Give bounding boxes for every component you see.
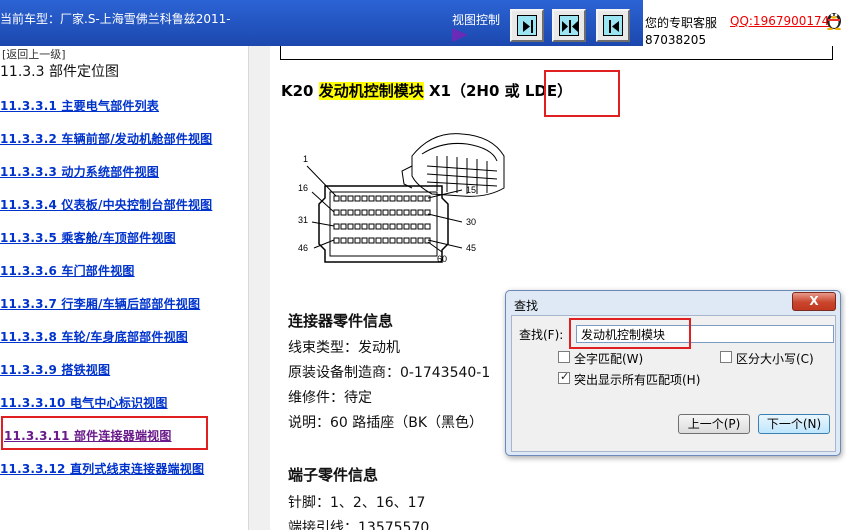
highlight-all-label: 突出显示所有匹配项(H) — [574, 373, 701, 387]
whole-word-checkbox[interactable] — [558, 351, 570, 363]
car-model-label: 当前车型：厂家.S-上海雪佛兰科鲁兹2011- — [0, 12, 231, 26]
heading-highlight: 发动机控制模块 — [318, 82, 424, 100]
nav-item-dashboard-console[interactable]: 11.3.3.4 仪表板/中央控制台部件视图 — [0, 196, 212, 213]
close-icon: X — [809, 294, 819, 308]
support-qq-tail: 87038205 — [645, 33, 707, 47]
highlight-all-checkbox[interactable] — [558, 370, 570, 384]
connector-description: 说明：60 路插座（BK（黑色） — [288, 415, 484, 431]
section-title: 11.3.3 部件定位图 — [0, 64, 119, 80]
heading-prefix: K20 — [281, 82, 319, 100]
top-toolbar: 当前车型：厂家.S-上海雪佛兰科鲁兹2011- 视图控制 您的专职客服 QQ:1… — [0, 0, 846, 47]
expand-left-pane-button[interactable] — [596, 9, 630, 42]
connector-pinout-diagram: 1 16 31 46 15 30 45 60 — [298, 133, 505, 264]
match-case-label: 区分大小写(C) — [736, 352, 814, 366]
nav-item-front-engine-bay[interactable]: 11.3.3.2 车辆前部/发动机舱部件视图 — [0, 130, 212, 147]
nav-item-electrical-center[interactable]: 11.3.3.10 电气中心标识视图 — [0, 394, 168, 411]
annotation-box-nav-item — [1, 416, 208, 450]
nav-item-inline-connector-views[interactable]: 11.3.3.12 直列式线束连接器端视图 — [0, 460, 204, 477]
view-control-label: 视图控制 — [452, 13, 501, 27]
close-button[interactable]: X — [792, 292, 836, 311]
oem-connector: 原装设备制造商：0-1743540-1 — [288, 365, 491, 381]
support-label: 您的专职客服 — [645, 16, 718, 30]
terminal-pins: 针脚：1、2、16、17 — [288, 495, 426, 511]
expand-right-icon — [517, 15, 537, 36]
annotation-box-find-input — [569, 318, 691, 349]
split-view-icon — [559, 15, 579, 36]
match-case-checkbox[interactable] — [720, 351, 732, 363]
pin-label-16: 16 — [298, 183, 308, 193]
back-link[interactable]: [返回上一级] — [2, 46, 66, 62]
heading-mid: X1（2H0 或 — [423, 82, 525, 100]
expand-left-icon — [603, 15, 623, 36]
terminal-lead: 端接引线：13575570 — [288, 520, 430, 530]
annotation-box-heading — [544, 70, 620, 117]
nav-item-cabin-roof[interactable]: 11.3.3.5 乘客舱/车顶部件视图 — [0, 229, 176, 246]
terminal-info-title: 端子零件信息 — [288, 466, 379, 484]
content-pane: K20 发动机控制模块 X1（2H0 或 LDE） 1 16 31 46 15 … — [272, 46, 846, 530]
nav-item-powertrain[interactable]: 11.3.3.3 动力系统部件视图 — [0, 163, 159, 180]
service-part: 维修件：待定 — [288, 390, 372, 406]
left-pane-scrollbar[interactable] — [248, 46, 270, 530]
nav-item-trunk-rear[interactable]: 11.3.3.7 行李厢/车辆后部部件视图 — [0, 295, 200, 312]
pin-label-46: 46 — [298, 243, 308, 253]
pin-label-15: 15 — [466, 185, 476, 195]
expand-right-pane-button[interactable] — [510, 9, 544, 42]
nav-item-ground-views[interactable]: 11.3.3.9 搭铁视图 — [0, 361, 110, 378]
qq-penguin-icon[interactable] — [825, 8, 843, 30]
navigation-pane: [返回上一级] 11.3.3 部件定位图 11.3.3.1 主要电气部件列表 1… — [0, 46, 248, 530]
view-control-arrow-icon — [452, 28, 468, 42]
pin-label-1: 1 — [303, 154, 308, 164]
nav-item-wheels-underbody[interactable]: 11.3.3.8 车轮/车身底部部件视图 — [0, 328, 188, 345]
find-next-button[interactable]: 下一个(N) — [758, 414, 830, 434]
pin-label-30: 30 — [466, 217, 476, 227]
find-label: 查找(F): — [519, 328, 564, 342]
support-qq-link[interactable]: QQ:1967900174 — [730, 14, 829, 28]
nav-item-doors[interactable]: 11.3.3.6 车门部件视图 — [0, 262, 135, 279]
support-contact: 您的专职客服 QQ:1967900174 87038205 — [643, 0, 846, 47]
connector-heading: K20 发动机控制模块 X1（2H0 或 LDE） — [281, 80, 572, 101]
pin-label-31: 31 — [298, 215, 308, 225]
connector-info-title: 连接器零件信息 — [288, 312, 394, 330]
split-view-button[interactable] — [552, 9, 586, 42]
find-dialog: 查找 X 查找(F): 全字匹配(W) 区分大小写(C) 突出显示所有匹配项(H… — [505, 290, 841, 456]
pin-label-45: 45 — [466, 243, 476, 253]
whole-word-label: 全字匹配(W) — [574, 352, 644, 366]
find-previous-button[interactable]: 上一个(P) — [678, 414, 750, 434]
nav-item-main-parts-list[interactable]: 11.3.3.1 主要电气部件列表 — [0, 97, 159, 114]
previous-figure-frame — [280, 46, 833, 60]
harness-type: 线束类型：发动机 — [288, 340, 400, 356]
find-dialog-title: 查找 — [514, 299, 539, 313]
pin-label-60: 60 — [437, 254, 447, 264]
